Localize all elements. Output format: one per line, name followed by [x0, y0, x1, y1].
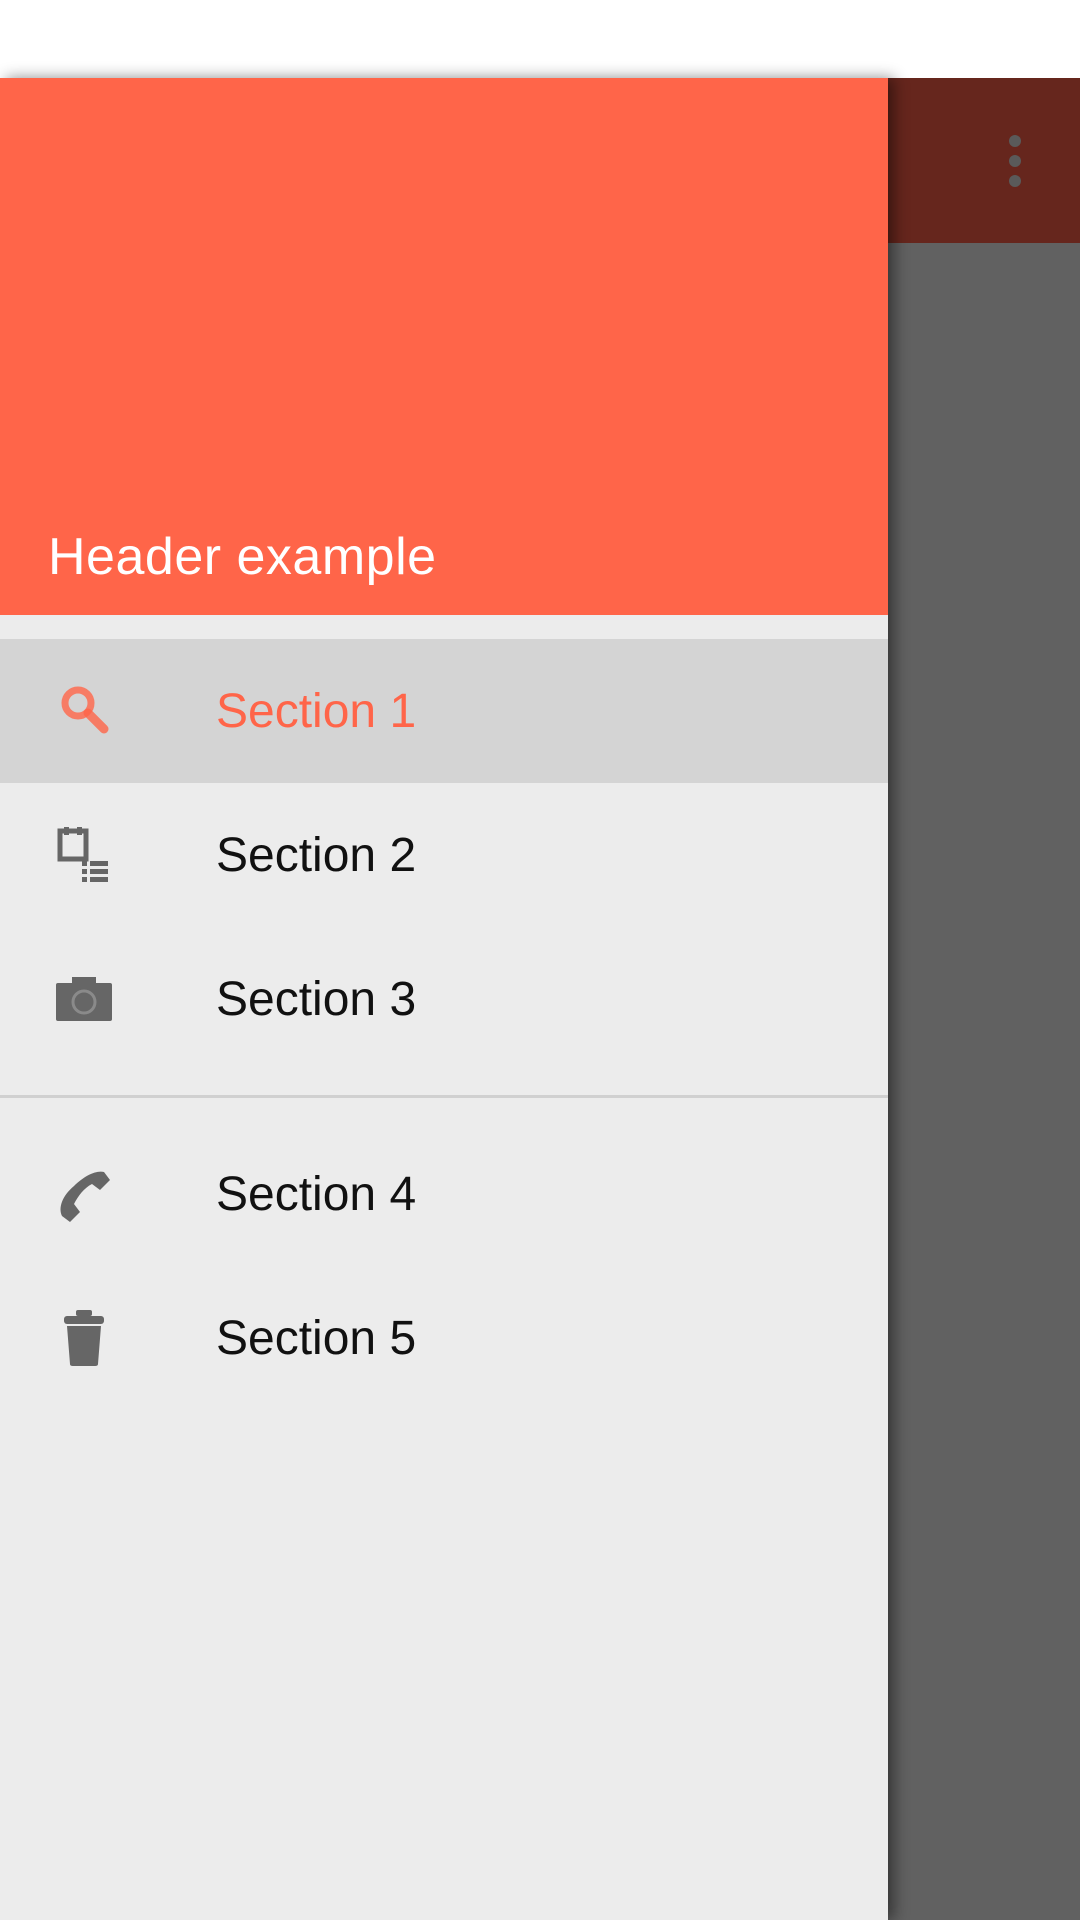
nav-item-section-5[interactable]: Section 5 [0, 1266, 888, 1410]
nav-item-label: Section 3 [216, 972, 417, 1026]
header-title: Header example [48, 528, 437, 586]
nav-item-label: Section 5 [216, 1311, 417, 1365]
search-icon [52, 679, 116, 743]
camera-icon [52, 967, 116, 1031]
nav-divider [0, 1095, 888, 1098]
drawer-header: Header example [0, 78, 888, 615]
nav-item-label: Section 4 [216, 1167, 417, 1221]
phone-icon [52, 1162, 116, 1226]
nav-item-section-3[interactable]: Section 3 [0, 927, 888, 1071]
status-bar [0, 0, 1080, 78]
nav-item-section-4[interactable]: Section 4 [0, 1122, 888, 1266]
nav-item-section-1[interactable]: Section 1 [0, 639, 888, 783]
nav-item-section-2[interactable]: Section 2 [0, 783, 888, 927]
nav-item-label: Section 2 [216, 828, 417, 882]
navigation-drawer: Header example Section 1 Section 2 Secti… [0, 78, 888, 1920]
trash-icon [52, 1306, 116, 1370]
calendar-list-icon [52, 823, 116, 887]
overflow-menu-button[interactable] [950, 78, 1080, 243]
nav-item-label: Section 1 [216, 684, 417, 738]
more-vert-icon [1009, 134, 1021, 187]
nav-list: Section 1 Section 2 Section 3 Section 4 … [0, 639, 888, 1410]
